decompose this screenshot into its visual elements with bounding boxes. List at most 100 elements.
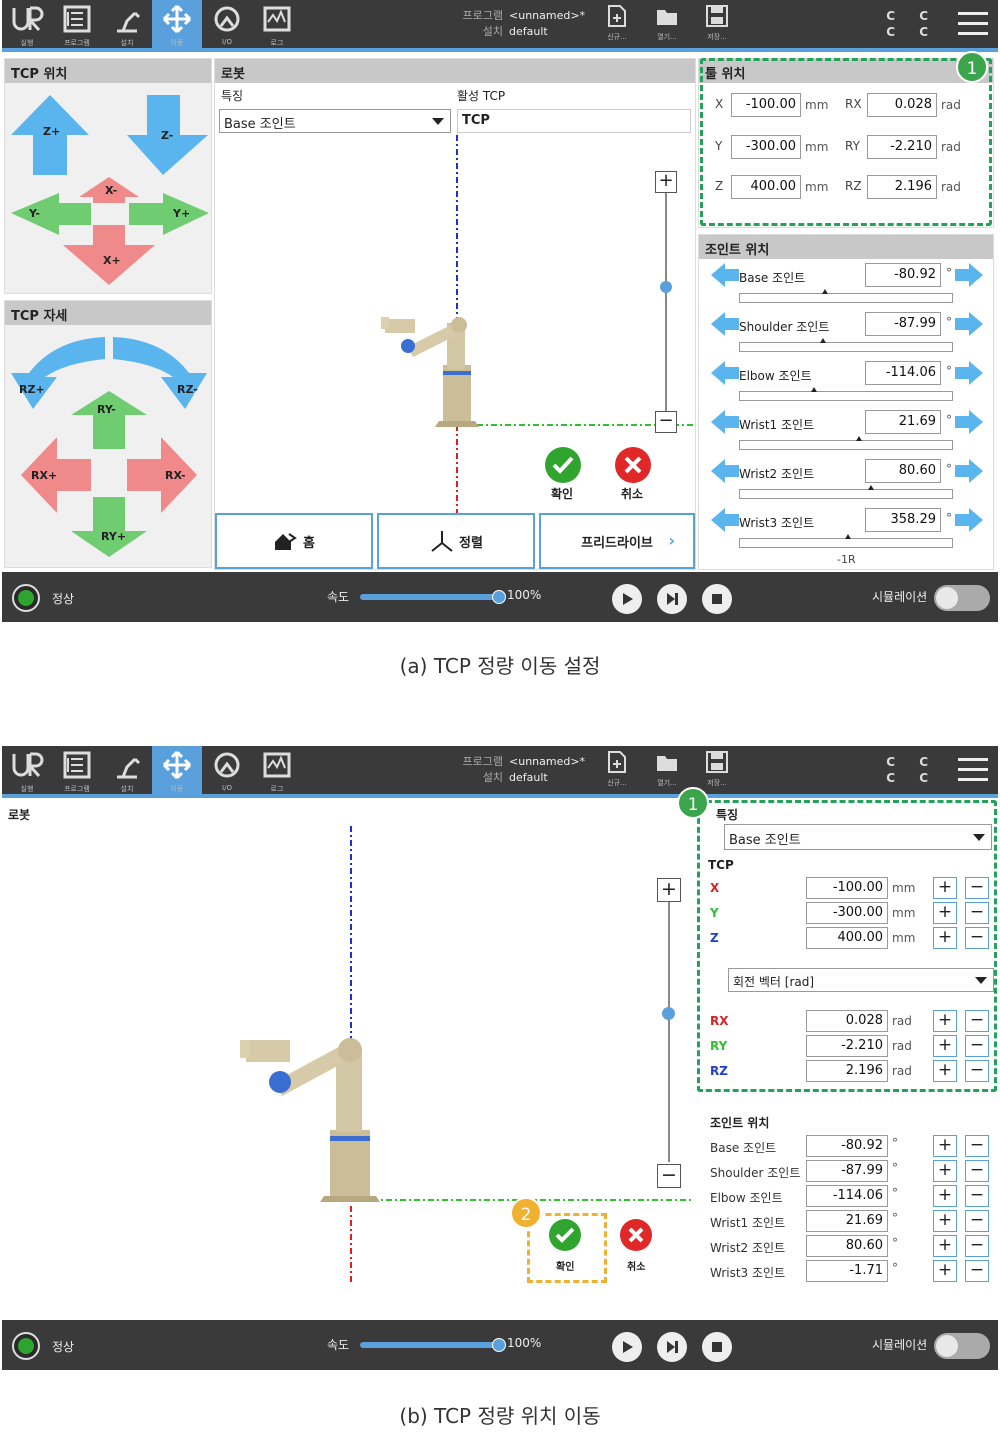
- y-plus-arrow[interactable]: [129, 193, 209, 235]
- tcp-minus-button[interactable]: −: [965, 927, 989, 949]
- tcp-value-field[interactable]: -300.00: [806, 902, 888, 924]
- joint-increase-button[interactable]: [955, 508, 983, 532]
- joint-value-field[interactable]: 21.69: [806, 1210, 888, 1232]
- tcp-plus-button[interactable]: +: [933, 902, 957, 924]
- nav-install[interactable]: 설치: [102, 746, 152, 794]
- joint-value-field[interactable]: -114.06: [806, 1185, 888, 1207]
- feature-select[interactable]: Base 조인트: [219, 109, 451, 133]
- y-minus-arrow[interactable]: [11, 193, 91, 235]
- save-file-button[interactable]: 저장...: [700, 4, 734, 42]
- active-tcp-field[interactable]: TCP: [457, 109, 691, 133]
- hamburger-menu-icon[interactable]: [958, 12, 988, 42]
- joint-decrease-button[interactable]: [711, 312, 739, 336]
- nav-move[interactable]: 이동: [152, 746, 202, 794]
- joint-minus-button[interactable]: −: [965, 1185, 989, 1207]
- joint-minus-button[interactable]: −: [965, 1135, 989, 1157]
- zoom-out-button-b[interactable]: −: [657, 1164, 681, 1188]
- nav-move[interactable]: 이동: [152, 0, 202, 48]
- feature-select-b[interactable]: Base 조인트: [724, 824, 992, 850]
- speed-slider[interactable]: [360, 590, 506, 604]
- joint-increase-button[interactable]: [955, 312, 983, 336]
- freedrive-button[interactable]: 프리드라이브 ›: [539, 513, 695, 569]
- rot-plus-button[interactable]: +: [933, 1010, 957, 1032]
- joint-value-field[interactable]: -87.99: [806, 1160, 888, 1182]
- rot-minus-button[interactable]: −: [965, 1035, 989, 1057]
- rx-minus-arrow[interactable]: [127, 437, 197, 513]
- zoom-in-button-b[interactable]: +: [657, 878, 681, 902]
- new-file-button[interactable]: 신규...: [600, 750, 634, 788]
- save-file-button[interactable]: 저장...: [700, 750, 734, 788]
- ry-plus-arrow[interactable]: [71, 497, 147, 557]
- speed-slider-thumb[interactable]: [492, 1338, 506, 1352]
- joint-increase-button[interactable]: [955, 263, 983, 287]
- joint-plus-button[interactable]: +: [933, 1260, 957, 1282]
- joint-value-field[interactable]: -87.99: [865, 312, 941, 336]
- step-button[interactable]: [657, 584, 687, 614]
- nav-program[interactable]: 프로그램: [52, 746, 102, 794]
- open-file-button[interactable]: 열기...: [650, 4, 684, 42]
- joint-value-field[interactable]: -1.71: [806, 1260, 888, 1282]
- zoom-in-button[interactable]: +: [655, 171, 677, 193]
- tcp-minus-button[interactable]: −: [965, 902, 989, 924]
- tcp-plus-button[interactable]: +: [933, 877, 957, 899]
- joint-increase-button[interactable]: [955, 459, 983, 483]
- joint-minus-button[interactable]: −: [965, 1235, 989, 1257]
- tcp-plus-button[interactable]: +: [933, 927, 957, 949]
- rot-value-field[interactable]: 0.028: [806, 1010, 888, 1032]
- joint-value-field[interactable]: 358.29: [865, 508, 941, 532]
- joint-plus-button[interactable]: +: [933, 1185, 957, 1207]
- joint-value-field[interactable]: 21.69: [865, 410, 941, 434]
- status-indicator-icon[interactable]: [12, 1332, 40, 1360]
- nav-run[interactable]: 실행: [2, 746, 52, 794]
- rz-plus-arrow[interactable]: [11, 337, 105, 409]
- play-button[interactable]: [612, 584, 642, 614]
- zoom-slider-thumb-b[interactable]: [662, 1007, 675, 1020]
- joint-decrease-button[interactable]: [711, 410, 739, 434]
- ry-minus-arrow[interactable]: [71, 391, 147, 449]
- rot-value-field[interactable]: 2.196: [806, 1060, 888, 1082]
- status-indicator-icon[interactable]: [12, 584, 40, 612]
- nav-io[interactable]: I/O: [202, 0, 252, 48]
- joint-value-field[interactable]: -80.92: [806, 1135, 888, 1157]
- home-button[interactable]: 홈: [215, 513, 373, 569]
- joint-decrease-button[interactable]: [711, 263, 739, 287]
- nav-io[interactable]: I/O: [202, 746, 252, 794]
- ok-button-b[interactable]: [549, 1219, 581, 1251]
- joint-decrease-button[interactable]: [711, 459, 739, 483]
- nav-install[interactable]: 설치: [102, 0, 152, 48]
- joint-plus-button[interactable]: +: [933, 1210, 957, 1232]
- ok-button[interactable]: [545, 447, 581, 483]
- rz-minus-arrow[interactable]: [113, 337, 207, 409]
- simulation-toggle[interactable]: [934, 1333, 990, 1359]
- nav-log[interactable]: 로그: [252, 0, 302, 48]
- joint-decrease-button[interactable]: [711, 508, 739, 532]
- zoom-slider-thumb[interactable]: [660, 281, 672, 293]
- simulation-toggle[interactable]: [934, 585, 990, 611]
- play-button[interactable]: [612, 1332, 642, 1362]
- joint-decrease-button[interactable]: [711, 361, 739, 385]
- joint-minus-button[interactable]: −: [965, 1210, 989, 1232]
- joint-value-field[interactable]: 80.60: [806, 1235, 888, 1257]
- hamburger-menu-icon[interactable]: [958, 758, 988, 788]
- open-file-button[interactable]: 열기...: [650, 750, 684, 788]
- rot-plus-button[interactable]: +: [933, 1035, 957, 1057]
- cancel-button[interactable]: [615, 447, 651, 483]
- joint-value-field[interactable]: -114.06: [865, 361, 941, 385]
- joint-value-field[interactable]: 80.60: [865, 459, 941, 483]
- joint-increase-button[interactable]: [955, 361, 983, 385]
- nav-run[interactable]: 실행: [2, 0, 52, 48]
- rotation-select[interactable]: 회전 벡터 [rad]: [728, 968, 994, 992]
- step-button[interactable]: [657, 1332, 687, 1362]
- tcp-value-field[interactable]: 400.00: [806, 927, 888, 949]
- tcp-minus-button[interactable]: −: [965, 877, 989, 899]
- rot-minus-button[interactable]: −: [965, 1010, 989, 1032]
- joint-plus-button[interactable]: +: [933, 1235, 957, 1257]
- rot-plus-button[interactable]: +: [933, 1060, 957, 1082]
- speed-slider-thumb[interactable]: [492, 590, 506, 604]
- stop-button[interactable]: [702, 1332, 732, 1362]
- new-file-button[interactable]: 신규...: [600, 4, 634, 42]
- align-button[interactable]: 정렬: [377, 513, 535, 569]
- joint-minus-button[interactable]: −: [965, 1160, 989, 1182]
- joint-increase-button[interactable]: [955, 410, 983, 434]
- speed-slider[interactable]: [360, 1338, 506, 1352]
